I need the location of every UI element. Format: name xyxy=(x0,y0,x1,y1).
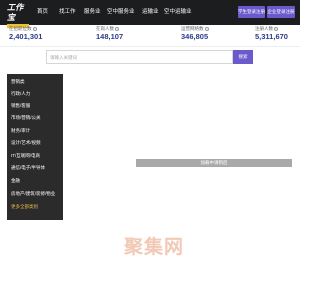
category-sidebar: 营销类 行政/人力 销售/客服 市场/营销/公关 财务/审计 设计/艺术/视频 … xyxy=(7,74,63,220)
sidebar-item-market-pr[interactable]: 市场/营销/公关 xyxy=(11,113,41,122)
nav-item-transport[interactable]: 运输业 xyxy=(142,8,159,16)
stat-value: 148,107 xyxy=(96,32,124,41)
stat-jobs: 在招职位数 2,401,301 xyxy=(9,26,42,42)
sidebar-item-design[interactable]: 设计/艺术/视频 xyxy=(11,138,41,147)
watermark-logo: 聚集网 xyxy=(124,236,216,258)
sidebar-item-telecom[interactable]: 通信/电子/半导体 xyxy=(11,163,45,172)
top-navigation-bar: 工作宝 首页 找工作 服务业 空中服务业 运输业 空中运输业 学生登录注册 企业… xyxy=(0,0,300,28)
logo-text: 工作宝 xyxy=(7,3,24,22)
stat-value: 2,401,301 xyxy=(9,32,43,41)
stat-registered: 注册人数 5,311,670 xyxy=(255,26,288,42)
statistics-row: 在招职位数 2,401,301 在岗人数 148,107 运营网络数 346,8… xyxy=(0,25,300,45)
stat-employed: 在岗人数 148,107 xyxy=(96,26,123,42)
nav-item-find-job[interactable]: 找工作 xyxy=(59,8,76,16)
info-icon xyxy=(274,26,278,31)
stat-label: 注册人数 xyxy=(255,26,273,31)
student-login-button[interactable]: 学生登录注册 xyxy=(238,6,265,18)
nav-item-service[interactable]: 服务业 xyxy=(84,8,101,16)
sidebar-item-finance[interactable]: 财务/审计 xyxy=(11,126,30,135)
info-icon xyxy=(32,26,37,31)
search-bar: 搜索 xyxy=(46,50,253,64)
loading-placeholder-bar: 加载中请稍后 xyxy=(136,159,292,167)
stat-value: 5,311,670 xyxy=(255,32,288,41)
nav-item-air-service[interactable]: 空中服务业 xyxy=(107,8,135,16)
stat-label: 在招职位数 xyxy=(9,26,32,31)
company-login-button[interactable]: 企业登录注册 xyxy=(267,6,295,18)
stat-networks: 运营网络数 346,805 xyxy=(181,26,209,42)
sidebar-item-finance-banking[interactable]: 金融 xyxy=(11,176,20,185)
search-button[interactable]: 搜索 xyxy=(233,50,253,64)
info-icon xyxy=(204,26,209,31)
sidebar-item-it-internet[interactable]: IT/互联网/电商 xyxy=(11,151,40,160)
sidebar-item-marketing-type[interactable]: 营销类 xyxy=(11,77,25,86)
nav-item-home[interactable]: 首页 xyxy=(37,8,48,16)
nav-item-air-transport[interactable]: 空中运输业 xyxy=(164,8,192,16)
watermark-text: 聚集网 xyxy=(124,236,185,258)
header-divider xyxy=(0,46,300,47)
stat-value: 346,805 xyxy=(181,32,209,41)
search-input[interactable] xyxy=(46,50,233,64)
stat-label: 运营网络数 xyxy=(181,26,204,31)
info-icon xyxy=(115,26,119,31)
stat-label: 在岗人数 xyxy=(96,26,114,31)
sidebar-item-all-categories[interactable]: 更多全部类别 xyxy=(11,202,38,211)
sidebar-item-admin-hr[interactable]: 行政/人力 xyxy=(11,89,30,98)
sidebar-item-sales-service[interactable]: 销售/客服 xyxy=(11,101,30,110)
sidebar-item-real-estate[interactable]: 房地产/建筑/装修/物业 xyxy=(11,189,55,198)
